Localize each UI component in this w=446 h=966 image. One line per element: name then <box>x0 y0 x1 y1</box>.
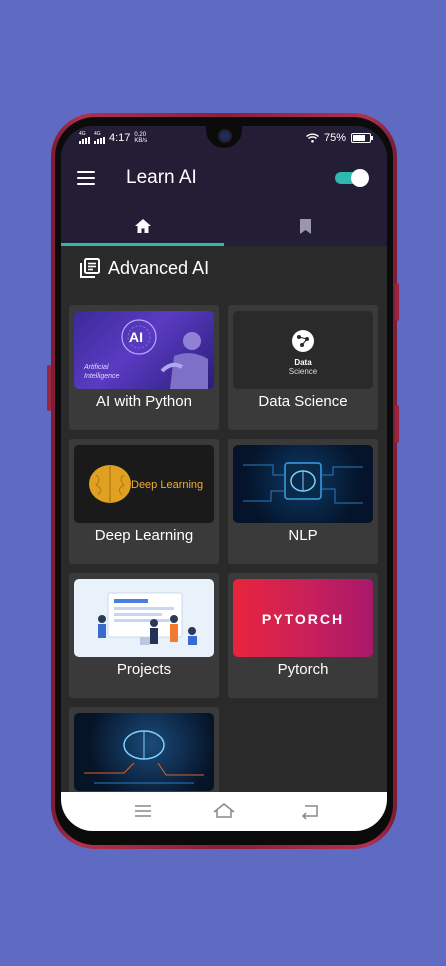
home-outline-icon <box>213 803 235 818</box>
tab-bookmarks[interactable] <box>224 206 387 246</box>
pytorch-logo-text: PYTORCH <box>261 611 345 627</box>
thumb-text: Deep Learning <box>131 479 204 491</box>
app-title: Learn AI <box>126 167 197 188</box>
course-title: Projects <box>116 661 172 678</box>
phone-side-button <box>47 365 51 411</box>
course-thumbnail <box>233 445 373 523</box>
thumb-text: Artificial <box>84 364 109 371</box>
home-icon <box>134 219 151 233</box>
course-thumbnail: PYTORCH <box>233 579 373 657</box>
team-project-illustration <box>98 592 197 645</box>
course-card-projects[interactable]: Projects <box>69 573 219 698</box>
tab-bar <box>61 206 387 246</box>
recent-apps-button[interactable] <box>131 800 155 822</box>
front-camera <box>218 129 232 143</box>
battery-icon <box>351 133 373 143</box>
app-screen: 4G 4G 4:17 0.20 KB/s 75% Learn AI Advanc… <box>61 126 387 831</box>
course-title: Data Science <box>258 393 348 410</box>
library-books-icon <box>80 258 100 278</box>
course-card-data-science[interactable]: Data Science Data Science <box>228 305 378 430</box>
recent-apps-icon <box>135 805 151 817</box>
menu-icon[interactable] <box>77 171 95 185</box>
dark-mode-toggle[interactable] <box>335 169 369 187</box>
course-thumbnail <box>74 579 214 657</box>
course-title: NLP <box>288 527 318 544</box>
tab-indicator <box>61 243 224 246</box>
course-card-nlp[interactable]: NLP <box>228 439 378 564</box>
course-title: Deep Learning <box>94 527 194 544</box>
tab-home[interactable] <box>61 206 224 246</box>
back-icon <box>301 805 318 820</box>
phone-side-button <box>395 405 399 443</box>
battery-percent: 75% <box>323 132 346 144</box>
course-thumbnail <box>74 713 214 791</box>
home-button[interactable] <box>212 800 236 822</box>
course-card-ai-with-python[interactable]: AI Artificial Intelligence AI with Pytho… <box>69 305 219 430</box>
circuit-brain-illustration <box>243 462 363 504</box>
back-button[interactable] <box>297 800 321 822</box>
status-time: 4:17 <box>109 132 131 144</box>
network-speed: 0.20 KB/s <box>134 132 148 144</box>
toggle-knob <box>351 169 369 187</box>
course-thumbnail: Data Science <box>233 311 373 389</box>
thumb-text: Science <box>288 367 318 376</box>
data-network-logo <box>292 330 314 352</box>
signal-icon: 4G <box>79 132 90 144</box>
bookmark-icon <box>300 218 311 234</box>
signal-icon: 4G <box>94 132 105 144</box>
thumb-text: Intelligence <box>84 373 120 380</box>
section-header: Advanced AI <box>80 256 209 280</box>
course-title: Pytorch <box>277 661 329 678</box>
system-navigation-bar <box>61 792 387 831</box>
wifi-icon <box>306 133 319 143</box>
app-bar: Learn AI <box>61 154 387 206</box>
thumb-text: Data <box>294 358 312 367</box>
course-thumbnail: Deep Learning <box>74 445 214 523</box>
thumb-text-ai: AI <box>129 329 143 345</box>
circuit-brain-illustration <box>84 730 204 784</box>
phone-side-button <box>395 283 399 321</box>
course-card-pytorch[interactable]: PYTORCH Pytorch <box>228 573 378 698</box>
course-thumbnail: AI Artificial Intelligence <box>74 311 214 389</box>
section-title: Advanced AI <box>108 257 210 278</box>
course-title: AI with Python <box>96 393 192 410</box>
course-card-deep-learning[interactable]: Deep Learning Deep Learning <box>69 439 219 564</box>
status-bar: 4G 4G 4:17 0.20 KB/s 75% <box>61 126 387 154</box>
